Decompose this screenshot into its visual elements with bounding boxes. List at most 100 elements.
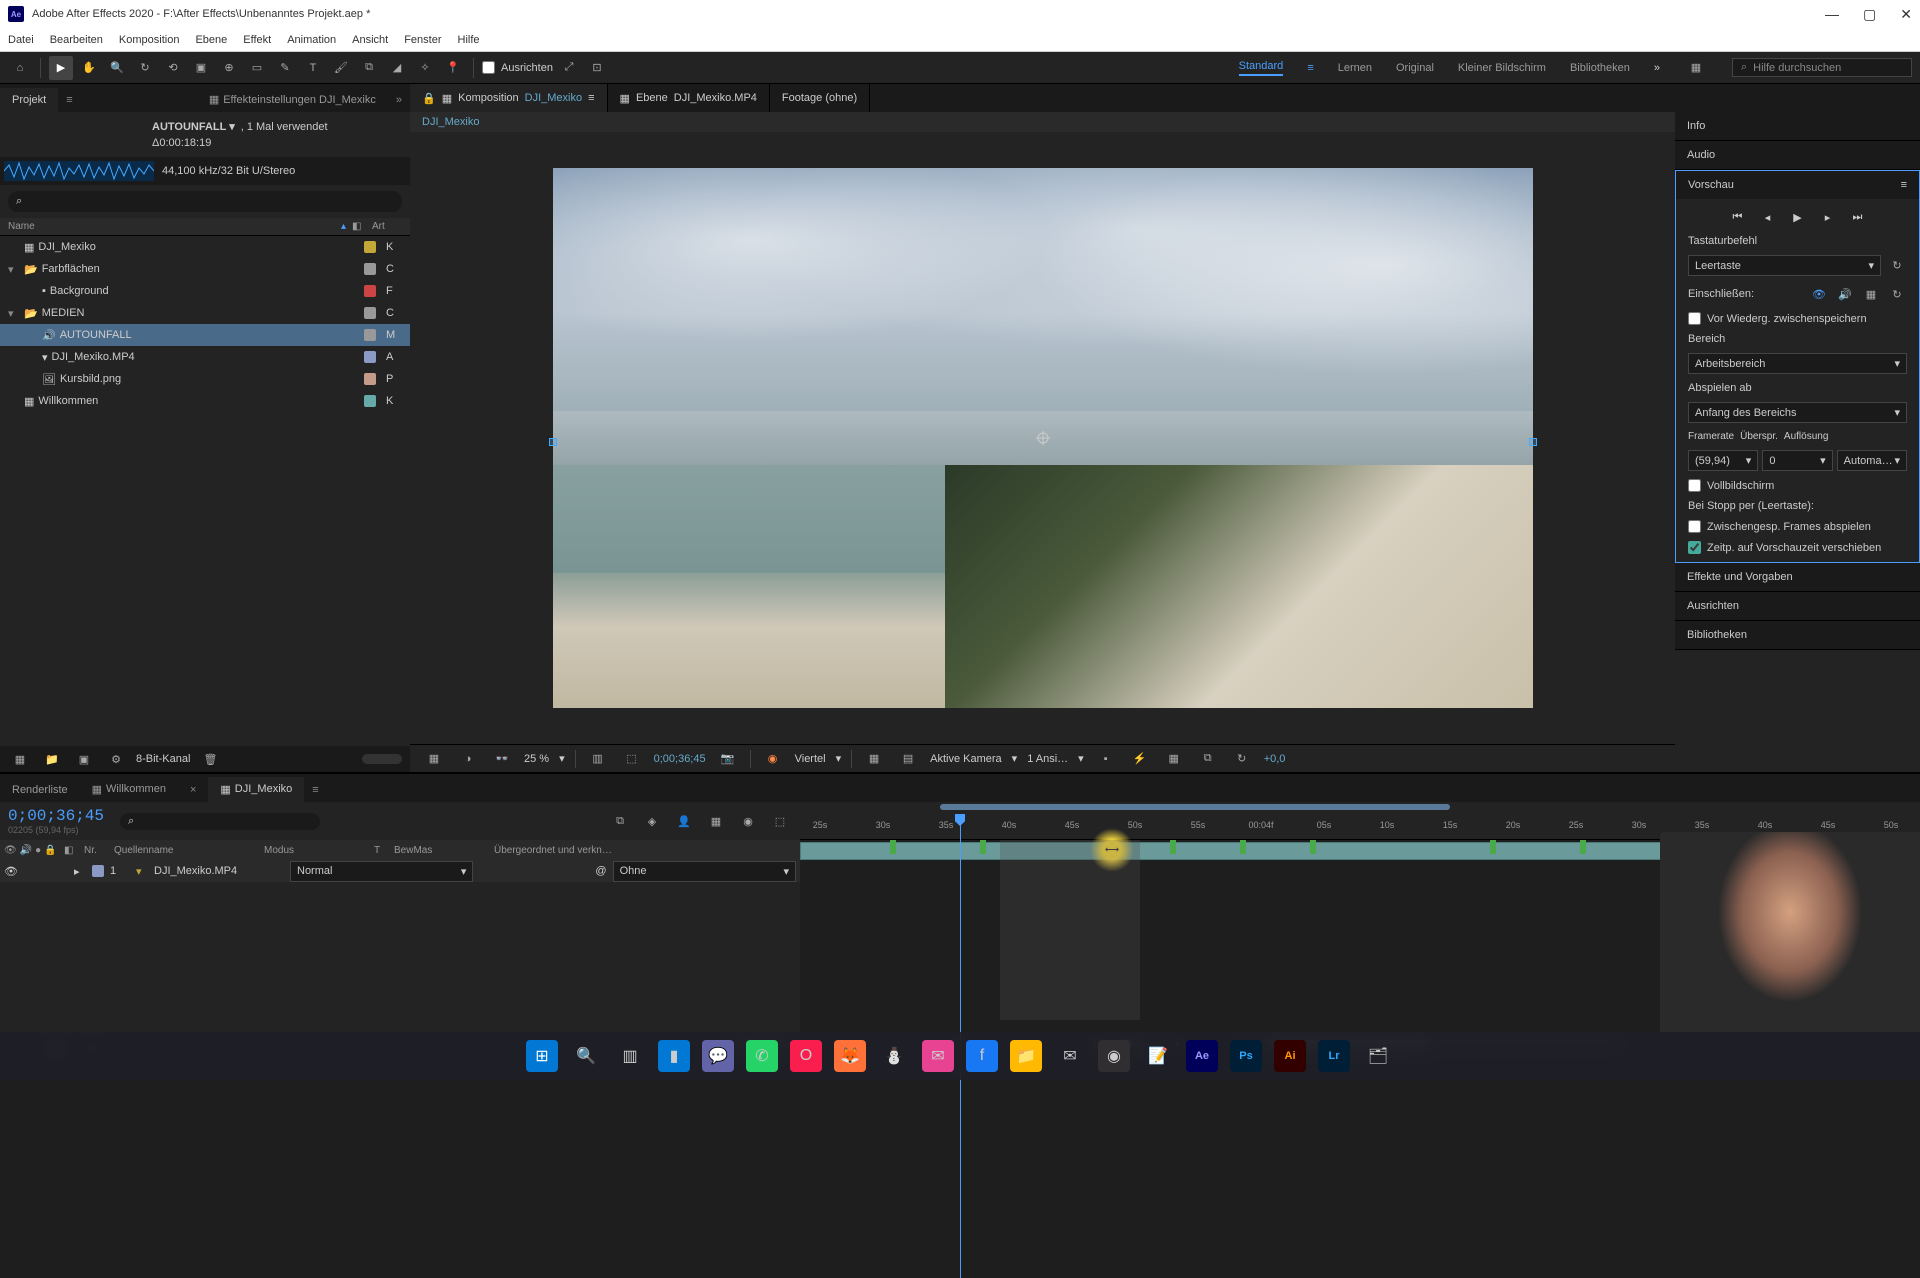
hide-shy-icon[interactable]: 👤 [672, 809, 696, 833]
pen-tool[interactable]: ✎ [273, 56, 297, 80]
marker-icon[interactable] [1240, 840, 1246, 854]
effects-panel-head[interactable]: Effekte und Vorgaben [1675, 563, 1920, 591]
snapshot-icon[interactable]: 📷 [716, 747, 740, 771]
align-checkbox[interactable]: Ausrichten [482, 61, 553, 74]
last-frame-button[interactable]: ⏭ [1848, 207, 1868, 227]
home-tool[interactable]: ⌂ [8, 56, 32, 80]
range-dropdown[interactable]: Arbeitsbereich▾ [1688, 353, 1907, 374]
video-toggle-icon[interactable]: 👁 [4, 845, 17, 856]
marker-icon[interactable] [890, 840, 896, 854]
selection-tool[interactable]: ▶ [49, 56, 73, 80]
include-video-icon[interactable]: 👁 [1809, 284, 1829, 304]
alpha-icon[interactable]: ▦ [422, 747, 446, 771]
include-overlays-icon[interactable]: ▦ [1861, 284, 1881, 304]
tree-item-farbfl-chen[interactable]: ▾📂FarbflächenC [0, 258, 410, 280]
selected-asset-name[interactable]: AUTOUNFALL ▾ [152, 120, 235, 133]
res-chevron-icon[interactable]: ▾ [836, 752, 842, 765]
task-mail[interactable]: ✉ [1054, 1040, 1086, 1072]
hand-tool[interactable]: ✋ [77, 56, 101, 80]
menu-ansicht[interactable]: Ansicht [352, 34, 388, 46]
menu-bearbeiten[interactable]: Bearbeiten [50, 34, 103, 46]
timeline-comp-tab[interactable]: ▦DJI_Mexiko [208, 777, 304, 802]
zoom-chevron-icon[interactable]: ▾ [559, 752, 565, 765]
task-explorer[interactable]: 📁 [1010, 1040, 1042, 1072]
marker-icon[interactable] [1170, 840, 1176, 854]
camera-dropdown[interactable]: Aktive Kamera [930, 753, 1002, 765]
task-notepad[interactable]: 📝 [1142, 1040, 1174, 1072]
tree-color-icon[interactable] [364, 307, 376, 319]
snap-edge-icon[interactable]: ⊡ [585, 56, 609, 80]
play-cached-check[interactable]: Zwischengesp. Frames abspielen [1688, 520, 1907, 533]
menu-effekt[interactable]: Effekt [243, 34, 271, 46]
layer-twirl-icon[interactable]: ▸ [74, 865, 86, 878]
timeline-timecode[interactable]: 0;00;36;45 [8, 807, 104, 825]
marker-icon[interactable] [980, 840, 986, 854]
brush-tool[interactable]: 🖌 [329, 56, 353, 80]
prev-frame-button[interactable]: ◂ [1758, 207, 1778, 227]
workspace-menu-icon[interactable]: ≡ [1307, 62, 1313, 74]
guides-icon[interactable]: ▤ [896, 747, 920, 771]
menu-datei[interactable]: Datei [8, 34, 34, 46]
eraser-tool[interactable]: ◢ [385, 56, 409, 80]
rotate-tool[interactable]: ⟲ [161, 56, 185, 80]
timeline-search[interactable]: ⌕ [120, 813, 320, 830]
transparency-grid-icon[interactable]: ▦ [862, 747, 886, 771]
interpret-footage-icon[interactable]: ▦ [8, 747, 32, 771]
layer-color-icon[interactable] [92, 865, 104, 877]
marker-icon[interactable] [1580, 840, 1586, 854]
tree-item-background[interactable]: ▪BackgroundF [0, 280, 410, 302]
composition-tab[interactable]: 🔒 ▦ Komposition DJI_Mexiko ≡ [410, 84, 608, 112]
loop-icon[interactable]: ↻ [1887, 284, 1907, 304]
new-folder-icon[interactable]: 📁 [40, 747, 64, 771]
layer-parent-dropdown[interactable]: Ohne▾ [613, 861, 796, 882]
tree-color-icon[interactable] [364, 329, 376, 341]
tree-toggle-icon[interactable]: ▾ [8, 263, 20, 276]
solo-toggle-icon[interactable]: ● [35, 845, 41, 856]
menu-ebene[interactable]: Ebene [195, 34, 227, 46]
workspace-lernen[interactable]: Lernen [1338, 62, 1372, 74]
help-search[interactable]: ⌕ Hilfe durchsuchen [1732, 58, 1912, 77]
marker-icon[interactable] [1490, 840, 1496, 854]
composition-viewer[interactable] [410, 132, 1675, 744]
col-color-icon[interactable]: ◧ [352, 221, 366, 232]
exposure-value[interactable]: +0,0 [1264, 753, 1286, 765]
frame-blend-icon[interactable]: ▦ [704, 809, 728, 833]
tree-color-icon[interactable] [364, 351, 376, 363]
channels-icon[interactable]: ◉ [761, 747, 785, 771]
timeline-tab-menu[interactable]: ≡ [304, 778, 326, 802]
menu-animation[interactable]: Animation [287, 34, 336, 46]
layer-row-1[interactable]: 👁 ▸ 1 ▾ DJI_Mexiko.MP4 Normal▾ @ Ohne▾ [0, 860, 800, 882]
effect-controls-tab[interactable]: ▦ Effekteinstellungen DJI_Mexikc [197, 87, 388, 112]
task-ae[interactable]: Ae [1186, 1040, 1218, 1072]
task-ps[interactable]: Ps [1230, 1040, 1262, 1072]
move-time-check[interactable]: Zeitp. auf Vorschauzeit verschieben [1688, 541, 1907, 554]
workspace-bibliotheken[interactable]: Bibliotheken [1570, 62, 1630, 74]
close-button[interactable]: ✕ [1900, 6, 1912, 23]
zoom-value[interactable]: 25 % [524, 753, 549, 765]
orbit-tool[interactable]: ↻ [133, 56, 157, 80]
project-search-toggle[interactable] [362, 754, 402, 764]
task-facebook[interactable]: f [966, 1040, 998, 1072]
preview-panel-head[interactable]: Vorschau≡ [1676, 171, 1919, 199]
viewer-timecode[interactable]: 0;00;36;45 [654, 753, 706, 765]
include-audio-icon[interactable]: 🔊 [1835, 284, 1855, 304]
draft-3d-icon[interactable]: ◈ [640, 809, 664, 833]
reset-exposure-icon[interactable]: ↻ [1230, 747, 1254, 771]
welcome-tab[interactable]: ▦Willkommen [80, 777, 178, 802]
tree-item-medien[interactable]: ▾📂MEDIENC [0, 302, 410, 324]
timeline-icon[interactable]: ▦ [1162, 747, 1186, 771]
project-settings-icon[interactable]: ⚙ [104, 747, 128, 771]
task-app1[interactable]: ▮ [658, 1040, 690, 1072]
comp-mini-flowchart-icon[interactable]: ⧉ [608, 809, 632, 833]
snapping-icon[interactable]: ⤢ [557, 56, 581, 80]
tree-color-icon[interactable] [364, 263, 376, 275]
play-from-dropdown[interactable]: Anfang des Bereichs▾ [1688, 402, 1907, 423]
type-tool[interactable]: T [301, 56, 325, 80]
task-firefox[interactable]: 🦊 [834, 1040, 866, 1072]
audio-toggle-icon[interactable]: 🔊 [20, 845, 32, 856]
skip-dropdown[interactable]: 0▾ [1762, 450, 1832, 471]
pixel-aspect-icon[interactable]: ▪ [1094, 747, 1118, 771]
task-teams[interactable]: 💬 [702, 1040, 734, 1072]
framerate-dropdown[interactable]: (59,94)▾ [1688, 450, 1758, 471]
task-lr[interactable]: Lr [1318, 1040, 1350, 1072]
